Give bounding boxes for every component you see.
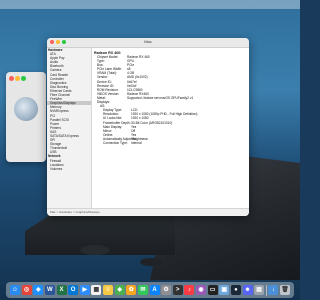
status-path: Mac > Hardware > Graphics/Displays [50,210,100,214]
downloads-icon[interactable]: ↓ [268,285,279,295]
background-window[interactable] [6,72,46,162]
notes-icon[interactable]: ≡ [103,285,113,295]
chrome-icon[interactable]: ◎ [21,285,32,295]
zoom-icon[interactable]: ▶ [79,285,90,295]
dock: ☺ ◎ ◈ W X O ▶ ▦ ≡ ◆ ✿ ✉ A ⚙ > ♪ ◉ ▭ ▣ ● ☻ ▤ ↓ 🗑 [6,282,294,298]
display-specs: Display Type: LCD Resolution: 1920 x 1080 (… [93,108,247,145]
spec-key: Metal: [97,95,106,100]
window-title: Mac [144,39,152,44]
spec-row: Metal: Supported, feature set macOS GPUFa… [93,96,247,100]
sidebar: Hardware ATA Apple Pay Audio Bluetooth Camera… [47,48,92,208]
messages-icon[interactable]: ✉ [137,285,148,295]
spec-value: Supported, feature set macOS GPUFamily2 … [127,95,194,100]
system-information-window: Mac Hardware ATA Apple Pay Audio Bluetooth Ca… [47,38,249,216]
podcasts-icon[interactable]: ◉ [196,285,206,295]
excel-icon[interactable]: X [56,285,67,295]
gpu-specs: Chipset Model: Radeon RX 460 Type: GPU Bus: P… [93,55,247,100]
trash-icon[interactable]: 🗑 [280,285,290,295]
calendar-icon[interactable]: ▦ [91,285,102,295]
appstore-icon[interactable]: A [149,285,160,295]
close-dot[interactable] [9,76,14,81]
display-spec-value: Internal [131,140,142,145]
window-titlebar: Mac [47,38,249,48]
steam-icon[interactable]: ● [230,285,241,295]
display-spec-row: Connection Type: Internal [93,141,247,145]
music-icon[interactable]: ♪ [184,285,195,295]
word-icon[interactable]: W [44,285,55,295]
about-mac-icon [14,97,38,121]
wallpaper-islet [140,258,162,266]
display-spec-key: Connection Type: [103,140,128,145]
dock-separator [265,284,267,296]
preview-icon[interactable]: ▣ [219,285,230,295]
terminal-icon[interactable]: > [172,285,183,295]
maps-icon[interactable]: ◆ [114,285,125,295]
menu-bar [0,0,300,9]
discord-icon[interactable]: ☻ [242,285,253,295]
safari-icon[interactable]: ◈ [33,285,44,295]
photos-icon[interactable]: ✿ [126,285,137,295]
sidebar-item[interactable]: Volumes [47,167,91,171]
tv-icon[interactable]: ▭ [207,285,218,295]
system-info-icon[interactable]: ▤ [254,285,265,295]
status-bar: Mac > Hardware > Graphics/Displays [47,208,249,216]
minimize-dot[interactable] [15,76,20,81]
wallpaper-islet [80,245,110,255]
finder-icon[interactable]: ☺ [10,285,20,295]
settings-icon[interactable]: ⚙ [161,285,172,295]
zoom-dot[interactable] [21,76,26,81]
outlook-icon[interactable]: O [68,285,79,295]
detail-pane: Radeon RX 460: Chipset Model: Radeon RX 4… [93,49,247,207]
